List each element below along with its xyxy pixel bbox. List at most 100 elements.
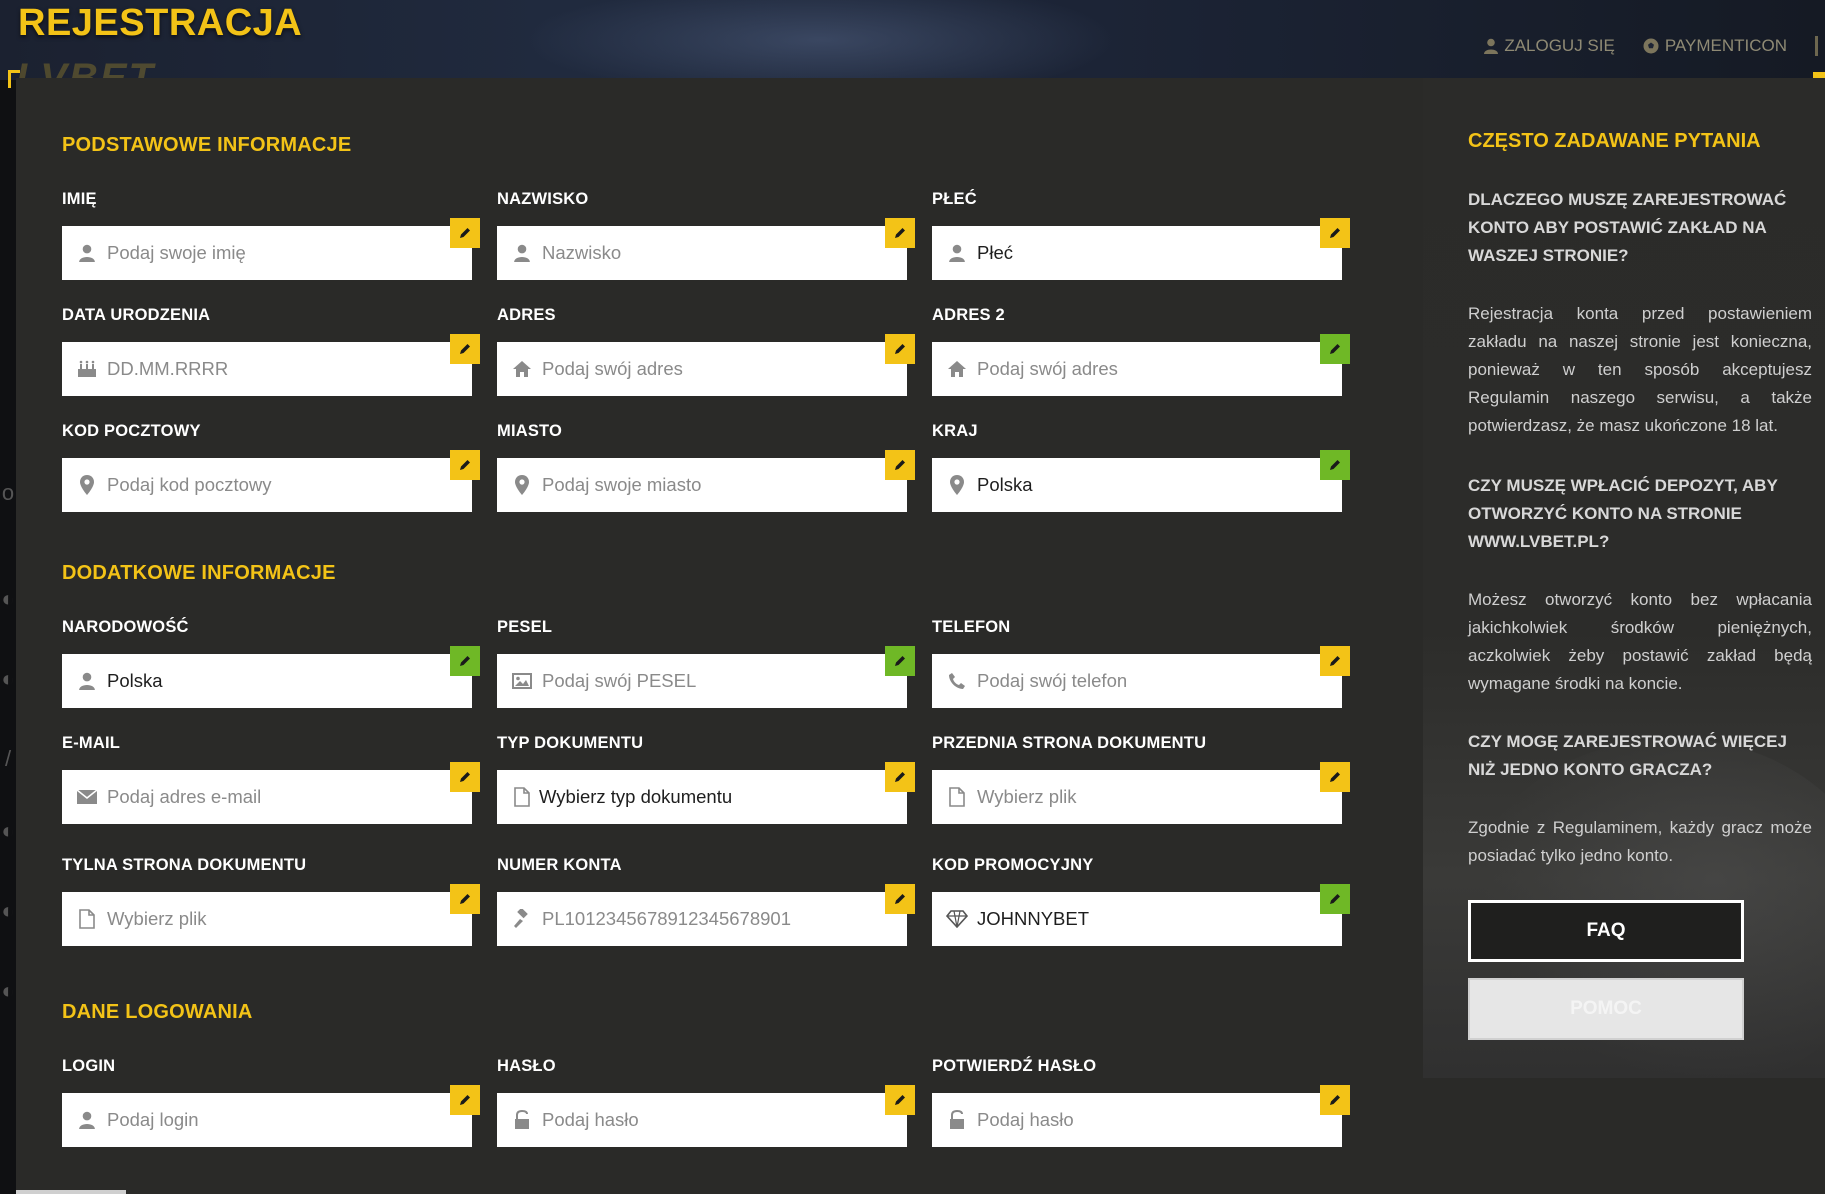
pencil-icon — [1330, 772, 1340, 782]
postal-code-field[interactable]: Podaj kod pocztowy — [62, 450, 480, 512]
section-title-login: DANE LOGOWANIA — [62, 1001, 253, 1023]
map-marker-icon — [511, 473, 533, 497]
doc-front-placeholder: Wybierz plik — [977, 786, 1077, 807]
label-phone: TELEFON — [932, 618, 1011, 636]
login-field[interactable]: Podaj login — [62, 1085, 480, 1147]
rail-mark: / — [4, 746, 12, 771]
pencil-icon — [1330, 460, 1340, 470]
envelope-icon — [76, 785, 98, 809]
edit-button[interactable] — [885, 218, 915, 248]
password-placeholder: Podaj hasło — [542, 1109, 639, 1130]
birth-date-field[interactable]: DD.MM.RRRR — [62, 334, 480, 396]
doc-type-value: Wybierz typ dokumentu — [539, 786, 733, 807]
doc-back-file-input[interactable]: Wybierz plik — [62, 884, 480, 946]
address2-field[interactable]: Podaj swój adres — [932, 334, 1350, 396]
city-field[interactable]: Podaj swoje miasto — [497, 450, 915, 512]
postal-code-placeholder: Podaj kod pocztowy — [107, 474, 272, 495]
pesel-field[interactable]: Podaj swój PESEL — [497, 646, 915, 708]
edit-button-valid[interactable] — [450, 646, 480, 676]
edit-button[interactable] — [1320, 218, 1350, 248]
user-icon — [76, 669, 98, 693]
user-icon — [76, 241, 98, 265]
label-email: E-MAIL — [62, 734, 121, 752]
password-confirm-field[interactable]: Podaj hasło — [932, 1085, 1350, 1147]
doc-back-placeholder: Wybierz plik — [107, 908, 207, 929]
file-icon — [76, 907, 98, 931]
pencil-icon — [460, 772, 470, 782]
label-pesel: PESEL — [497, 618, 553, 636]
password-field[interactable]: Podaj hasło — [497, 1085, 915, 1147]
address-field[interactable]: Podaj swój adres — [497, 334, 915, 396]
promo-code-field[interactable]: JOHNNYBET — [932, 884, 1350, 946]
email-field[interactable]: Podaj adres e-mail — [62, 762, 480, 824]
rail-mark: ◐ — [1, 978, 15, 1003]
edit-button[interactable] — [450, 762, 480, 792]
pencil-icon — [895, 772, 905, 782]
user-icon — [76, 1108, 98, 1132]
account-number-field[interactable]: PL10123456789123456789​01 — [497, 884, 915, 946]
faq-question: DLACZEGO MUSZĘ ZAREJESTROWAĆ KONTO ABY P… — [1468, 190, 1787, 265]
edit-button[interactable] — [885, 1085, 915, 1115]
promo-code-value: JOHNNYBET — [977, 908, 1090, 929]
rail-mark: o — [1, 480, 15, 505]
edit-button[interactable] — [450, 1085, 480, 1115]
user-icon — [511, 241, 533, 265]
login-placeholder: Podaj login — [107, 1109, 199, 1130]
help-button[interactable]: POMOC — [1468, 978, 1744, 1040]
left-rail: o ◐ ◐ / ◐ ◐ ◐ — [0, 80, 16, 1194]
section-title-basic: PODSTAWOWE INFORMACJE — [62, 134, 352, 156]
soccer-ball-icon — [1643, 38, 1659, 54]
label-account-number: NUMER KONTA — [497, 856, 622, 874]
gender-select[interactable]: Płeć — [932, 218, 1350, 280]
edit-button[interactable] — [885, 334, 915, 364]
nationality-select[interactable]: Polska — [62, 646, 480, 708]
faq-sidebar: CZĘSTO ZADAWANE PYTANIA DLACZEGO MUSZĘ Z… — [1423, 78, 1825, 1098]
label-password-confirm: POTWIERDŹ HASŁO — [932, 1057, 1097, 1075]
birthday-cake-icon — [76, 357, 98, 381]
email-placeholder: Podaj adres e-mail — [107, 786, 262, 807]
brand-logo[interactable]: LVBET — [16, 56, 155, 80]
pencil-icon — [460, 894, 470, 904]
edit-button[interactable] — [1320, 762, 1350, 792]
paymenticon-link[interactable]: PAYMENTICON — [1643, 36, 1787, 56]
country-select[interactable]: Polska — [932, 450, 1350, 512]
edit-button[interactable] — [450, 450, 480, 480]
last-name-field[interactable]: Nazwisko — [497, 218, 915, 280]
edit-button[interactable] — [885, 450, 915, 480]
nationality-value: Polska — [107, 670, 163, 691]
label-address2: ADRES 2 — [932, 306, 1005, 324]
user-icon — [946, 241, 968, 265]
faq-button[interactable]: FAQ — [1468, 900, 1744, 962]
phone-field[interactable]: Podaj swój telefon — [932, 646, 1350, 708]
edit-button[interactable] — [1320, 646, 1350, 676]
pencil-icon — [1330, 894, 1340, 904]
faq-answer: Zgodnie z Regulaminem, każdy gracz może … — [1468, 818, 1812, 865]
account-number-placeholder: PL10123456789123456789​01 — [542, 908, 791, 929]
first-name-field[interactable]: Podaj swoje imię — [62, 218, 480, 280]
paymenticon-link-label: PAYMENTICON — [1664, 36, 1787, 55]
edit-button-valid[interactable] — [1320, 450, 1350, 480]
section-title-additional: DODATKOWE INFORMACJE — [62, 562, 336, 584]
edit-button[interactable] — [885, 762, 915, 792]
file-icon — [511, 785, 533, 809]
map-marker-icon — [946, 473, 968, 497]
edit-button[interactable] — [450, 884, 480, 914]
edit-button-valid[interactable] — [1320, 334, 1350, 364]
edit-button[interactable] — [450, 218, 480, 248]
first-name-placeholder: Podaj swoje imię — [107, 242, 246, 263]
label-postal-code: KOD POCZTOWY — [62, 422, 201, 440]
doc-type-select[interactable]: Wybierz typ dokumentu — [497, 762, 915, 824]
edit-button[interactable] — [450, 334, 480, 364]
edit-button-valid[interactable] — [1320, 884, 1350, 914]
label-country: KRAJ — [932, 422, 978, 440]
login-link[interactable]: ZALOGUJ SIĘ — [1484, 36, 1615, 56]
edit-button[interactable] — [1320, 1085, 1350, 1115]
faq-answer: Rejestracja konta przed postawieniem zak… — [1468, 304, 1812, 435]
faq-title: CZĘSTO ZADAWANE PYTANIA — [1468, 130, 1761, 152]
edit-button[interactable] — [885, 884, 915, 914]
doc-front-file-input[interactable]: Wybierz plik — [932, 762, 1350, 824]
phone-icon — [946, 669, 968, 693]
panel-scrollbar[interactable] — [16, 1190, 126, 1194]
page-title: REJESTRACJA — [18, 2, 303, 44]
edit-button-valid[interactable] — [885, 646, 915, 676]
